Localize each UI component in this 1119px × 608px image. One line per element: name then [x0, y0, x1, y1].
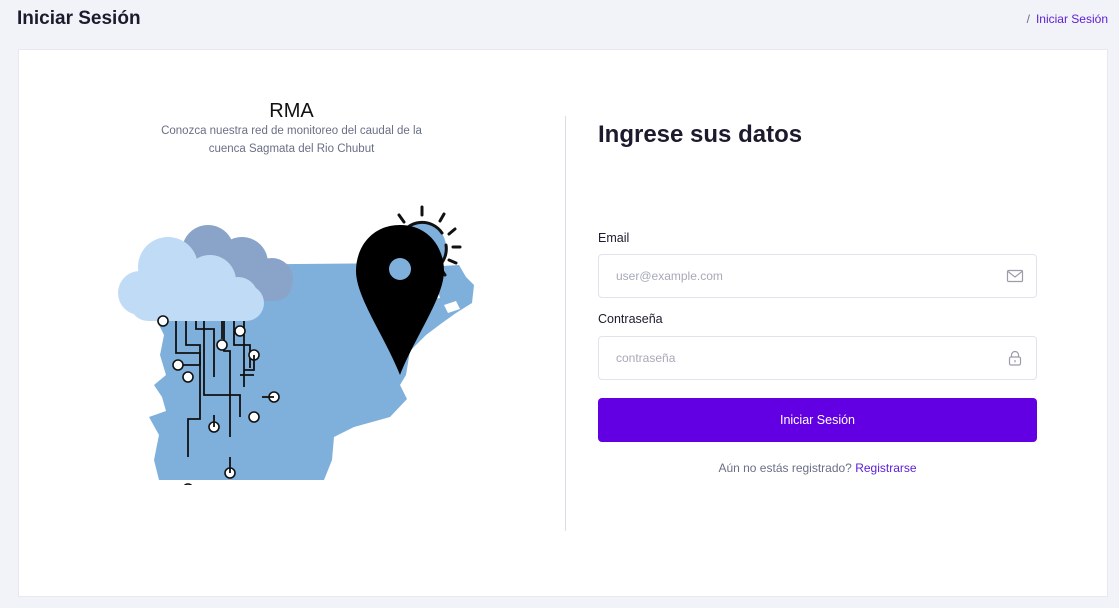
password-label: Contraseña [598, 312, 663, 326]
form-title: Ingrese sus datos [598, 121, 803, 148]
email-label: Email [598, 231, 630, 245]
page-title: Iniciar Sesión [17, 8, 141, 29]
email-field-wrapper[interactable] [598, 254, 1037, 298]
network-map-illustration [118, 205, 474, 485]
vertical-divider [565, 116, 566, 531]
rma-description: Conozca nuestra red de monitoreo del cau… [161, 125, 422, 155]
login-button[interactable]: Iniciar Sesión [598, 398, 1037, 442]
email-field[interactable] [599, 255, 989, 297]
breadcrumb: / Iniciar Sesión [1027, 12, 1108, 26]
mail-icon [1006, 269, 1024, 283]
breadcrumb-current[interactable]: Iniciar Sesión [1036, 12, 1108, 26]
breadcrumb-separator: / [1026, 12, 1030, 26]
page-header: Iniciar Sesión / Iniciar Sesión [0, 0, 1119, 40]
register-link[interactable]: Registrarse [855, 461, 916, 475]
lock-icon [1008, 350, 1022, 366]
rma-title: RMA [269, 100, 314, 122]
password-field-wrapper[interactable] [598, 336, 1037, 380]
password-field[interactable] [599, 337, 989, 379]
login-card: RMA Conozca nuestra red de monitoreo del… [18, 49, 1108, 597]
register-prompt: Aún no estás registrado? Registrarse [598, 461, 1037, 475]
register-prompt-text: Aún no estás registrado? [718, 461, 852, 475]
